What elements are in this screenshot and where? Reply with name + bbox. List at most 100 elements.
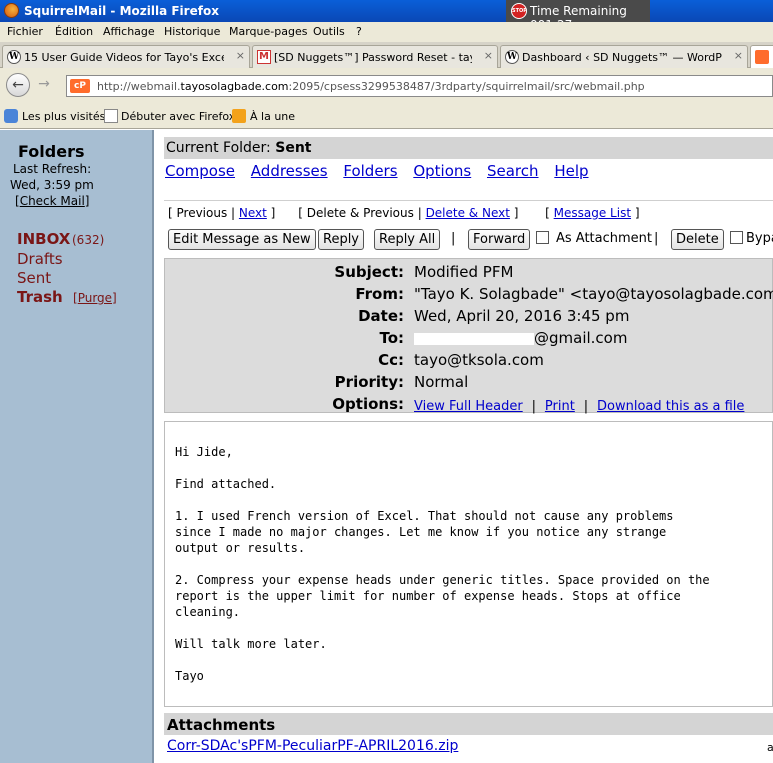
to-value: @gmail.com xyxy=(414,329,627,347)
message-nav-links: [ Previous | Next ] [ Delete & Previous … xyxy=(168,206,640,220)
purge-wrapper: [Purge] xyxy=(73,291,117,305)
check-mail-wrapper: [Check Mail] xyxy=(15,194,90,208)
options-label: Options: xyxy=(332,395,404,413)
menu-bar: Fichier Édition Affichage Historique Mar… xyxy=(0,22,773,42)
subject-label: Subject: xyxy=(334,263,404,281)
main-navigation: Compose Addresses Folders Options Search… xyxy=(165,162,600,180)
reply-button[interactable]: Reply xyxy=(318,229,365,250)
firefox-logo-icon xyxy=(4,3,19,18)
bypass-trash-label: Bypa xyxy=(746,231,773,246)
separator: | xyxy=(654,231,659,246)
search-link[interactable]: Search xyxy=(487,162,539,180)
priority-value: Normal xyxy=(414,373,469,391)
addresses-link[interactable]: Addresses xyxy=(251,162,328,180)
subject-value: Modified PFM xyxy=(414,263,514,281)
reply-all-button[interactable]: Reply All xyxy=(374,229,441,250)
menu-fichier[interactable]: Fichier xyxy=(7,25,43,38)
help-link[interactable]: Help xyxy=(554,162,588,180)
as-attachment-label: As Attachment xyxy=(556,231,653,246)
menu-help[interactable]: ? xyxy=(356,25,362,38)
tab-dashboard[interactable]: W Dashboard ‹ SD Nuggets™ — WordPress × xyxy=(500,45,748,68)
last-refresh-label: Last Refresh: xyxy=(13,162,92,176)
previous-text: Previous xyxy=(176,206,228,220)
current-folder-bar: Current Folder: Sent xyxy=(164,137,773,159)
wordpress-icon: W xyxy=(505,50,519,64)
close-icon[interactable]: × xyxy=(236,49,245,62)
attachment-file: Corr-SDAc'sPFM-PeculiarPF-APRIL2016.zip xyxy=(167,738,458,754)
delete-next-link[interactable]: Delete & Next xyxy=(426,206,510,220)
as-attachment-checkbox[interactable] xyxy=(536,231,549,244)
next-link[interactable]: Next xyxy=(239,206,267,220)
folder-sidebar: Folders Last Refresh: Wed, 3:59 pm [Chec… xyxy=(0,130,154,763)
message-body: Hi Jide, Find attached. 1. I used French… xyxy=(164,421,773,707)
back-button[interactable]: ← xyxy=(6,73,30,97)
folders-title: Folders xyxy=(18,142,85,161)
folder-trash[interactable]: Trash xyxy=(17,288,63,306)
edit-as-new-button[interactable]: Edit Message as New xyxy=(168,229,316,250)
tab-bar: W 15 User Guide Videos for Tayo's Excel-… xyxy=(0,42,773,68)
compose-link[interactable]: Compose xyxy=(165,162,235,180)
message-body-text: Hi Jide, Find attached. 1. I used French… xyxy=(175,445,710,683)
separator: | xyxy=(451,231,456,246)
from-value: "Tayo K. Solagbade" <tayo@tayosolagbade.… xyxy=(414,285,773,303)
delete-button[interactable]: Delete xyxy=(671,229,724,250)
close-icon[interactable]: × xyxy=(734,49,743,62)
to-label: To: xyxy=(379,329,404,347)
bookmark-news[interactable]: À la une xyxy=(250,110,295,123)
date-value: Wed, April 20, 2016 3:45 pm xyxy=(414,307,630,325)
navigation-bar: ← → cP http://webmail.tayosolagbade.com:… xyxy=(0,68,773,104)
tab-label: [SD Nuggets™] Password Reset - tayoso... xyxy=(274,51,472,64)
current-folder-text: Current Folder: Sent xyxy=(166,140,312,156)
folder-drafts[interactable]: Drafts xyxy=(17,250,63,268)
tab-password-reset[interactable]: M [SD Nuggets™] Password Reset - tayoso.… xyxy=(252,45,498,68)
window-title: SquirrelMail - Mozilla Firefox xyxy=(24,4,219,18)
cpanel-icon xyxy=(755,50,769,64)
attachment-size: a xyxy=(767,741,773,754)
menu-edition[interactable]: Édition xyxy=(55,25,93,38)
rss-feed-icon xyxy=(232,109,246,123)
last-refresh-time: Wed, 3:59 pm xyxy=(10,178,94,192)
bookmark-getting-started[interactable]: Débuter avec Firefox xyxy=(121,110,235,123)
message-navigation: [ Previous | Next ] [ Delete & Previous … xyxy=(164,200,773,258)
menu-outils[interactable]: Outils xyxy=(313,25,345,38)
close-icon[interactable]: × xyxy=(484,49,493,62)
cpanel-icon: cP xyxy=(70,79,90,93)
bookmark-most-visited[interactable]: Les plus visités xyxy=(22,110,105,123)
url-text[interactable]: http://webmail.tayosolagbade.com:2095/cp… xyxy=(97,80,645,93)
bypass-trash-checkbox[interactable] xyxy=(730,231,743,244)
folders-link[interactable]: Folders xyxy=(343,162,397,180)
download-link[interactable]: Download this as a file xyxy=(597,399,744,414)
attachment-link[interactable]: Corr-SDAc'sPFM-PeculiarPF-APRIL2016.zip xyxy=(167,738,458,754)
menu-marque-pages[interactable]: Marque-pages xyxy=(229,25,307,38)
tab-label: Dashboard ‹ SD Nuggets™ — WordPress xyxy=(522,51,722,64)
options-links: View Full Header | Print | Download this… xyxy=(414,399,745,414)
message-list-link[interactable]: Message List xyxy=(554,206,631,220)
stop-icon[interactable]: STOP xyxy=(511,3,527,19)
forward-button[interactable]: → xyxy=(32,73,56,97)
menu-historique[interactable]: Historique xyxy=(164,25,220,38)
inbox-unread-count: (632) xyxy=(72,233,105,247)
time-remaining-widget: STOP Time Remaining 001:27 xyxy=(506,0,650,32)
tab-label: 15 User Guide Videos for Tayo's Excel-VB… xyxy=(24,51,224,64)
attachments-title: Attachments xyxy=(167,716,276,734)
gmail-icon: M xyxy=(257,50,271,64)
options-link[interactable]: Options xyxy=(413,162,471,180)
tab-user-guide-videos[interactable]: W 15 User Guide Videos for Tayo's Excel-… xyxy=(2,45,250,68)
window-title-bar: SquirrelMail - Mozilla Firefox STOP Time… xyxy=(0,0,773,32)
priority-label: Priority: xyxy=(334,373,404,391)
purge-link[interactable]: Purge xyxy=(78,291,112,305)
folder-sent[interactable]: Sent xyxy=(17,269,51,287)
print-link[interactable]: Print xyxy=(545,399,575,414)
from-label: From: xyxy=(355,285,404,303)
folder-inbox[interactable]: INBOX xyxy=(17,230,70,248)
wordpress-icon: W xyxy=(7,50,21,64)
attachments-header: Attachments xyxy=(164,713,773,735)
check-mail-link[interactable]: Check Mail xyxy=(20,194,85,208)
view-full-header-link[interactable]: View Full Header xyxy=(414,399,523,414)
url-bar[interactable]: cP http://webmail.tayosolagbade.com:2095… xyxy=(66,75,773,97)
tab-webmail-active[interactable] xyxy=(750,45,773,68)
cc-label: Cc: xyxy=(378,351,404,369)
delete-previous-text: Delete & Previous xyxy=(306,206,414,220)
forward-button[interactable]: Forward xyxy=(468,229,531,250)
menu-affichage[interactable]: Affichage xyxy=(103,25,155,38)
